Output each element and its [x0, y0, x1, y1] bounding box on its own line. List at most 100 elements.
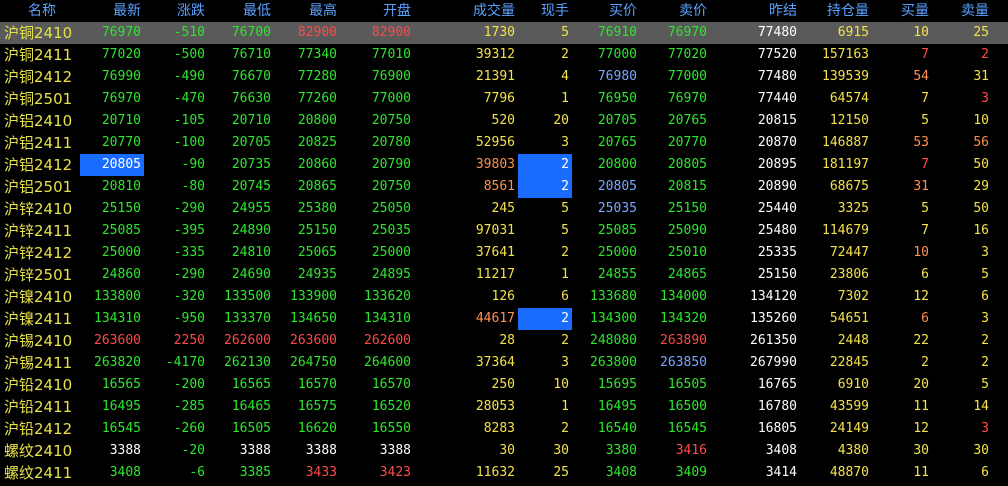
- ask-qty-cell: 50: [973, 157, 989, 172]
- ask-qty-cell: 10: [973, 113, 989, 128]
- bid-price-cell: 25085: [597, 223, 637, 238]
- header-low[interactable]: 最低: [208, 0, 274, 22]
- low-price-cell: 20735: [231, 157, 271, 172]
- bid-qty-cell: 7: [921, 91, 929, 106]
- header-prev-settle[interactable]: 昨结: [736, 0, 800, 22]
- high-price-cell: 77340: [297, 47, 337, 62]
- ask-qty-cell: 6: [981, 465, 989, 480]
- bid-price-cell: 25000: [597, 245, 637, 260]
- change-cell: -950: [173, 311, 205, 326]
- header-high[interactable]: 最高: [274, 0, 340, 22]
- last-price-cell: 16545: [101, 421, 141, 436]
- open-interest-cell: 139539: [822, 69, 869, 84]
- table-row[interactable]: 沪镍2411 134310 -950 133370 134650 134310 44617 2…: [0, 308, 1008, 330]
- change-cell: -335: [173, 245, 205, 260]
- table-row[interactable]: 沪铅2410 16565 -200 16565 16570 16570 250 10 15695…: [0, 374, 1008, 396]
- open-price-cell: 77010: [371, 47, 411, 62]
- current-lot-cell: 2: [561, 333, 569, 348]
- header-open-interest[interactable]: 持仓量: [800, 0, 872, 22]
- table-row[interactable]: 沪锡2411 263820 -4170 262130 264750 264600 37364…: [0, 352, 1008, 374]
- high-price-cell: 16570: [297, 377, 337, 392]
- header-volume[interactable]: 成交量: [440, 0, 518, 22]
- open-price-cell: 82900: [371, 25, 411, 40]
- ask-price-cell: 263890: [660, 333, 707, 348]
- low-price-cell: 24810: [231, 245, 271, 260]
- last-price-cell: 25150: [101, 201, 141, 216]
- bid-qty-cell: 6: [921, 267, 929, 282]
- ask-qty-cell: 3: [981, 91, 989, 106]
- bid-price-cell: 134300: [590, 311, 637, 326]
- high-price-cell: 16620: [297, 421, 337, 436]
- ask-qty-cell: 5: [981, 267, 989, 282]
- table-row[interactable]: 沪铜2412 76990 -490 76670 77280 76900 21391 4 7698…: [0, 66, 1008, 88]
- header-last[interactable]: 最新: [80, 0, 144, 22]
- open-price-cell: 262600: [364, 333, 411, 348]
- table-row[interactable]: 沪锡2410 263600 2250 262600 263600 262600 28 2 248…: [0, 330, 1008, 352]
- table-row[interactable]: 沪锌2501 24860 -290 24690 24935 24895 11217 1 2485…: [0, 264, 1008, 286]
- ask-qty-cell: 29: [973, 179, 989, 194]
- table-row[interactable]: 沪铝2410 20710 -105 20710 20800 20750 520 20 20705…: [0, 110, 1008, 132]
- bid-price-cell: 20765: [597, 135, 637, 150]
- futures-quote-table[interactable]: 名称 最新 涨跌 最低 最高 开盘 成交量 现手 买价 卖价 昨结 持仓量 买量…: [0, 0, 1008, 486]
- table-row[interactable]: 沪锌2410 25150 -290 24955 25380 25050 245 5 25035 2…: [0, 198, 1008, 220]
- header-bid-qty[interactable]: 买量: [872, 0, 932, 22]
- current-lot-cell: 2: [518, 308, 572, 330]
- table-row[interactable]: 沪铝2411 20770 -100 20705 20825 20780 52956 3 2076…: [0, 132, 1008, 154]
- table-row[interactable]: 沪铝2501 20810 -80 20745 20865 20750 8561 2 20805 2…: [0, 176, 1008, 198]
- table-row[interactable]: 螺纹2410 3388 -20 3388 3388 3388 30 30 3380 3416 340…: [0, 440, 1008, 462]
- change-cell: -395: [173, 223, 205, 238]
- ask-price-cell: 76970: [667, 91, 707, 106]
- ask-qty-cell: 30: [973, 443, 989, 458]
- open-price-cell: 20750: [371, 179, 411, 194]
- contract-name-cell: 沪铝2410: [4, 112, 73, 130]
- high-price-cell: 16575: [297, 399, 337, 414]
- change-cell: -100: [173, 135, 205, 150]
- header-open[interactable]: 开盘: [340, 0, 414, 22]
- table-row[interactable]: 螺纹2411 3408 -6 3385 3433 3423 11632 25 3408 3409 3…: [0, 462, 1008, 484]
- prev-settle-cell: 20870: [757, 135, 797, 150]
- open-price-cell: 3423: [379, 465, 411, 480]
- current-lot-cell: 2: [518, 176, 572, 198]
- last-price-cell: 16495: [101, 399, 141, 414]
- header-ask[interactable]: 卖价: [640, 0, 710, 22]
- ask-price-cell: 20765: [667, 113, 707, 128]
- contract-name-cell: 沪铜2411: [4, 46, 73, 64]
- current-lot-cell: 1: [561, 267, 569, 282]
- ask-qty-cell: 16: [973, 223, 989, 238]
- prev-settle-cell: 135260: [750, 311, 797, 326]
- prev-settle-cell: 3408: [765, 443, 797, 458]
- table-row[interactable]: 沪镍2410 133800 -320 133500 133900 133620 126 6 13…: [0, 286, 1008, 308]
- table-row[interactable]: 沪铜2501 76970 -470 76630 77260 77000 7796 1 76950…: [0, 88, 1008, 110]
- current-lot-cell: 20: [553, 113, 569, 128]
- header-ask-qty[interactable]: 卖量: [932, 0, 992, 22]
- table-row[interactable]: 沪铝2412 20805 -90 20735 20860 20790 39803 2 20800…: [0, 154, 1008, 176]
- table-row[interactable]: 沪铅2411 16495 -285 16465 16575 16520 28053 1 1649…: [0, 396, 1008, 418]
- low-price-cell: 16465: [231, 399, 271, 414]
- contract-name-cell: 螺纹2411: [4, 464, 73, 482]
- prev-settle-cell: 25150: [757, 267, 797, 282]
- open-interest-cell: 64574: [829, 91, 869, 106]
- last-price-cell: 20805: [80, 154, 144, 176]
- ask-qty-cell: 6: [981, 289, 989, 304]
- ask-qty-cell: 56: [973, 135, 989, 150]
- last-price-cell: 25085: [101, 223, 141, 238]
- bid-price-cell: 15695: [597, 377, 637, 392]
- bid-price-cell: 24855: [597, 267, 637, 282]
- prev-settle-cell: 261350: [750, 333, 797, 348]
- table-row[interactable]: 沪铅2412 16545 -260 16505 16620 16550 8283 2 16540…: [0, 418, 1008, 440]
- current-lot-cell: 1: [561, 399, 569, 414]
- table-body: 沪铜2410 76970 -510 76700 82900 82900 1730 5 76910…: [0, 22, 1008, 484]
- header-current-lot[interactable]: 现手: [518, 0, 572, 22]
- volume-cell: 21391: [475, 69, 515, 84]
- table-row[interactable]: 沪锌2411 25085 -395 24890 25150 25035 97031 5 2508…: [0, 220, 1008, 242]
- table-row[interactable]: 沪铜2411 77020 -500 76710 77340 77010 39312 2 7700…: [0, 44, 1008, 66]
- bid-price-cell: 20805: [597, 179, 637, 194]
- prev-settle-cell: 77440: [757, 91, 797, 106]
- table-row[interactable]: 沪锌2412 25000 -335 24810 25065 25000 37641 2 2500…: [0, 242, 1008, 264]
- open-price-cell: 25035: [371, 223, 411, 238]
- contract-name-cell: 沪铜2412: [4, 68, 73, 86]
- header-change[interactable]: 涨跌: [144, 0, 208, 22]
- header-bid[interactable]: 买价: [572, 0, 640, 22]
- table-row[interactable]: 沪铜2410 76970 -510 76700 82900 82900 1730 5 76910…: [0, 22, 1008, 44]
- header-name[interactable]: 名称: [4, 0, 80, 22]
